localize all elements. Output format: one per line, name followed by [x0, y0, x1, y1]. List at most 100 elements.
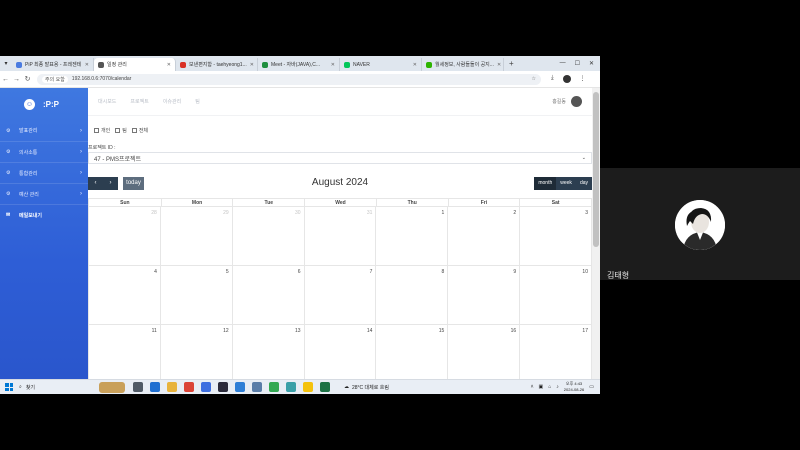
calendar-day-cell[interactable]: 5	[161, 266, 233, 324]
bookmark-star-icon[interactable]: ☆	[532, 76, 536, 82]
edge-icon[interactable]	[150, 382, 160, 392]
filter-checkbox[interactable]: 전체	[131, 127, 148, 134]
scrollbar-thumb[interactable]	[593, 92, 599, 247]
start-button[interactable]	[5, 383, 13, 391]
close-tab-icon[interactable]: ✕	[331, 62, 335, 68]
calendar-day-cell[interactable]: 31	[305, 207, 377, 265]
forward-button[interactable]: →	[11, 76, 22, 83]
view-button[interactable]: week	[556, 176, 576, 190]
calendar-day-cell[interactable]: 8	[376, 266, 449, 324]
calendar-day-cell[interactable]: 13	[233, 325, 305, 379]
calendar-day-cell[interactable]: 10	[520, 266, 592, 324]
security-badge[interactable]: 주의 요함	[42, 75, 68, 83]
brand[interactable]: ☺ :P:P	[0, 88, 88, 114]
calendar-day-cell[interactable]: 2	[448, 207, 521, 265]
topnav-link[interactable]: 프로젝트	[130, 98, 148, 105]
notification-icon[interactable]: ▭	[589, 384, 594, 390]
weather-text: 28°C 대체로 흐림	[352, 384, 389, 391]
url-field[interactable]: 주의 요함 192.168.0.6:7070/calendar ☆	[37, 73, 541, 85]
sidebar-item[interactable]: ⚙ 의사소통 ›	[0, 141, 88, 162]
close-tab-icon[interactable]: ✕	[167, 62, 171, 68]
checkbox-box[interactable]	[115, 128, 121, 134]
browser-menu-icon[interactable]: ⋮	[580, 75, 586, 83]
close-window-button[interactable]: ✕	[589, 60, 594, 67]
browser-tab[interactable]: 월세정보, 사람들돌이 공지... ✕	[422, 58, 504, 71]
sidebar-item[interactable]: ⚙ 발표관리 ›	[0, 120, 88, 141]
excel-icon[interactable]	[320, 382, 330, 392]
calendar-day-cell[interactable]: 30	[233, 207, 305, 265]
tab-title: 월세정보, 사람들돌이 공지...	[435, 62, 494, 68]
clock[interactable]: 오후 4:43 2024-08-26	[564, 381, 584, 393]
close-tab-icon[interactable]: ✕	[413, 62, 417, 68]
vscode-icon[interactable]	[235, 382, 245, 392]
calendar-day-cell[interactable]: 4	[89, 266, 161, 324]
calendar-day-cell[interactable]: 16	[448, 325, 521, 379]
minimize-button[interactable]: —	[560, 60, 566, 67]
profile-avatar[interactable]	[562, 75, 571, 83]
calendar-day-cell[interactable]: 6	[233, 266, 305, 324]
prev-month-button[interactable]: ‹	[88, 176, 103, 190]
sidebar-item[interactable]: ⚙ 통합관리 ›	[0, 162, 88, 183]
app-icon[interactable]	[252, 382, 262, 392]
store-icon[interactable]	[201, 382, 211, 392]
calendar-day-cell[interactable]: 12	[161, 325, 233, 379]
calendar-day-cell[interactable]: 28	[89, 207, 161, 265]
tray-expand-icon[interactable]: ˄	[531, 384, 534, 390]
reload-button[interactable]: ↻	[22, 75, 33, 83]
calendar-day-cell[interactable]: 15	[376, 325, 449, 379]
browser-tab[interactable]: PiP 최종 발표용 - 프레젠테 ✕	[12, 58, 94, 71]
file-explorer-icon[interactable]	[167, 382, 177, 392]
view-button[interactable]: day	[575, 176, 592, 190]
sidebar-item[interactable]: ✉ 메일보내기	[0, 204, 88, 225]
task-view-icon[interactable]	[133, 382, 143, 392]
app-icon[interactable]	[286, 382, 296, 392]
taskbar-search[interactable]: ⌕ 찾기	[19, 384, 99, 391]
close-tab-icon[interactable]: ✕	[250, 62, 254, 68]
today-button[interactable]: today	[123, 176, 144, 190]
user-menu[interactable]: 홍길동	[552, 96, 582, 107]
browser-tab[interactable]: 일정 관리 ✕	[94, 58, 176, 71]
app-icon[interactable]	[218, 382, 228, 392]
calendar-day-cell[interactable]: 3	[520, 207, 592, 265]
view-button[interactable]: month	[534, 176, 557, 190]
filter-checkbox[interactable]: 팀	[115, 127, 127, 134]
calendar-day-cell[interactable]: 7	[305, 266, 377, 324]
browser-tab[interactable]: Meet - 자바(JAVA),C... ✕	[258, 58, 340, 71]
tab-search-button[interactable]: ▾	[0, 60, 12, 67]
checkbox-box[interactable]	[94, 128, 99, 134]
next-month-button[interactable]: ›	[103, 176, 118, 190]
chrome-icon[interactable]	[184, 382, 194, 392]
close-tab-icon[interactable]: ✕	[85, 62, 89, 68]
page-scrollbar[interactable]	[592, 88, 600, 379]
checkbox-box[interactable]	[131, 128, 137, 134]
topnav-link[interactable]: 팀	[195, 98, 200, 105]
maximize-button[interactable]: ☐	[575, 60, 580, 67]
browser-tab[interactable]: 보낸편지함 - taehyeong1... ✕	[176, 58, 258, 71]
search-highlight-image	[99, 381, 125, 393]
network-icon[interactable]: ⌂	[548, 384, 551, 390]
browser-tab[interactable]: NAVER ✕	[340, 58, 422, 71]
calendar-day-cell[interactable]: 9	[448, 266, 521, 324]
calendar-day-cell[interactable]: 29	[161, 207, 233, 265]
participant-video-tile[interactable]	[600, 168, 800, 280]
calendar-day-cell[interactable]: 14	[305, 325, 377, 379]
topnav-link[interactable]: 대시보드	[98, 98, 116, 105]
back-button[interactable]: ←	[0, 76, 11, 83]
weather-widget[interactable]: ☁ 28°C 대체로 흐림	[344, 384, 389, 391]
calendar-day-cell[interactable]: 1	[376, 207, 449, 265]
calendar-week-row: 11 12 13 14 15 16 17	[88, 325, 592, 379]
download-icon[interactable]: ⤓	[551, 75, 554, 83]
app-icon[interactable]	[269, 382, 279, 392]
new-tab-button[interactable]: +	[504, 59, 519, 68]
calendar-day-cell[interactable]: 17	[520, 325, 592, 379]
sidebar-item[interactable]: ⚙ 예산 관리 ›	[0, 183, 88, 204]
tray-app-icon[interactable]: ▣	[539, 384, 544, 390]
sidebar-item-label: 발표관리	[19, 128, 38, 134]
project-select[interactable]: 47 - PMS프로젝트 ⌄	[88, 152, 592, 164]
filter-checkbox[interactable]: 개인	[94, 127, 110, 134]
volume-icon[interactable]: ♪	[556, 384, 559, 390]
close-tab-icon[interactable]: ✕	[497, 62, 501, 68]
calendar-day-cell[interactable]: 11	[89, 325, 161, 379]
kakaotalk-icon[interactable]	[303, 382, 313, 392]
topnav-link[interactable]: 이슈관리	[163, 98, 181, 105]
